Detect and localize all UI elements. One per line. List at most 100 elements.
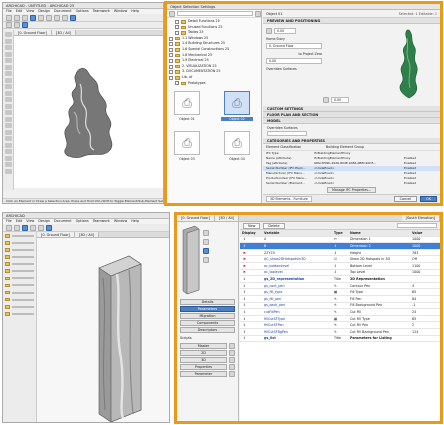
parameter-value[interactable]: 84: [410, 297, 438, 301]
tab-ground-floor-2[interactable]: [0. Ground Floor]: [37, 232, 75, 237]
script-window-icon[interactable]: [229, 343, 235, 349]
parameter-value[interactable]: Off: [410, 257, 438, 261]
settings-button[interactable]: [70, 14, 76, 21]
angle-field[interactable]: 0.00: [331, 97, 349, 103]
menu-help[interactable]: Help: [131, 9, 139, 13]
menu-view[interactable]: View: [26, 9, 34, 13]
editor-button-migration[interactable]: Migration: [180, 313, 235, 319]
toolbox-tool[interactable]: [4, 58, 12, 63]
parameter-row[interactable]: ↕ gs_back_pen ✎ Fill Background Pen -1: [240, 303, 440, 310]
new-button[interactable]: New: [243, 222, 261, 229]
menu-file[interactable]: File: [6, 219, 12, 223]
parameter-row[interactable]: ↕ A ↔ Dimension 1 1000: [240, 237, 440, 244]
menu-options[interactable]: Options: [76, 9, 89, 13]
parameter-value[interactable]: 1000: [410, 237, 438, 241]
toolbox-tool[interactable]: [4, 116, 12, 122]
checkbox[interactable]: [175, 30, 179, 35]
tab-3d-2[interactable]: [3D / All]: [74, 232, 99, 237]
navigator-item[interactable]: [5, 276, 34, 281]
navigator-item[interactable]: [5, 312, 34, 316]
editor-button-components[interactable]: Components: [180, 320, 235, 326]
navigator-item[interactable]: [5, 234, 34, 238]
zoom-button-2[interactable]: [38, 224, 44, 231]
script-button-properties[interactable]: Properties: [180, 364, 227, 370]
menu-document[interactable]: Document: [54, 219, 72, 223]
save-button[interactable]: [14, 14, 20, 21]
menu-design[interactable]: Design: [38, 219, 50, 223]
library-tree-item[interactable]: Prototypes: [169, 81, 259, 87]
toolbox-tool[interactable]: [4, 103, 12, 109]
menu-teamwork[interactable]: Teamwork: [93, 219, 110, 223]
parameter-value[interactable]: 65: [410, 317, 438, 321]
row-handle-icon[interactable]: ↕: [240, 323, 262, 327]
parameter-value[interactable]: -1: [410, 303, 438, 307]
arrow-tool-button[interactable]: [30, 14, 36, 21]
parameter-value[interactable]: 124: [410, 330, 438, 334]
parameter-value[interactable]: 4: [410, 284, 438, 288]
toolbox-tool[interactable]: [4, 129, 12, 135]
undo-button[interactable]: [22, 14, 28, 21]
toolbox-tool[interactable]: [4, 45, 12, 50]
search-icon[interactable]: [255, 10, 261, 17]
toolbox-tool[interactable]: [4, 64, 12, 70]
editor-button-details[interactable]: Details: [180, 299, 235, 305]
navigator-item[interactable]: [5, 290, 34, 295]
home-story-select[interactable]: 0. Ground Floor: [266, 43, 322, 49]
navigator-item[interactable]: [5, 248, 34, 252]
menu-edit[interactable]: Edit: [16, 219, 23, 223]
parameter-row[interactable]: ✖ AC_show2DHotspotsIn3D ☑ Show 2D Hotspots …: [240, 256, 440, 263]
navigator-item[interactable]: [5, 241, 34, 245]
row-handle-icon[interactable]: ↕: [240, 237, 262, 241]
locked-x-icon[interactable]: ✖: [240, 257, 262, 261]
parameter-row[interactable]: ✖ ZZYZX ↕ Height 783: [240, 250, 440, 257]
object-thumbnail[interactable]: ⎙ Object 03: [171, 131, 203, 161]
column-header[interactable]: Value: [410, 231, 438, 235]
parameter-value[interactable]: 1100: [410, 264, 438, 268]
menu-window[interactable]: Window: [114, 219, 127, 223]
toolbox-tool[interactable]: [4, 77, 12, 83]
3d-view-icon[interactable]: [203, 239, 209, 245]
checkbox[interactable]: [169, 53, 173, 58]
menu-document[interactable]: Document: [54, 9, 72, 13]
tab-3d[interactable]: [3D / All]: [51, 30, 76, 35]
marquee-button[interactable]: [38, 14, 44, 21]
checkbox[interactable]: [169, 47, 173, 52]
parameter-row[interactable]: ✖ ac_toplevel ↕ Top Level 1000: [240, 270, 440, 277]
row-handle-icon[interactable]: ↕: [240, 330, 262, 334]
3d-view-button-2[interactable]: [46, 224, 52, 231]
toolbox-tool[interactable]: [4, 38, 12, 44]
checkbox[interactable]: [175, 19, 179, 24]
parameter-row[interactable]: ↕ gs_fill_type ▦ Fill Type 65: [240, 289, 440, 296]
row-handle-icon[interactable]: ↕: [240, 303, 262, 307]
parameter-row[interactable]: ✖ ac_bottomlevel ↕ Bottom Level 1100: [240, 263, 440, 270]
elevation-field[interactable]: 0.00: [274, 28, 296, 34]
script-window-icon[interactable]: [229, 357, 235, 363]
parameter-value[interactable]: 1000: [410, 270, 438, 274]
pen-button[interactable]: [14, 22, 20, 28]
manage-ifc-button[interactable]: Manage IFC Properties...: [327, 187, 376, 193]
refresh-icon[interactable]: [203, 257, 209, 263]
navigator-item[interactable]: [5, 304, 34, 309]
toolbox-tool[interactable]: [4, 84, 12, 89]
row-handle-icon[interactable]: ↕: [240, 310, 262, 314]
checkbox[interactable]: [169, 58, 173, 63]
open-button-2[interactable]: [6, 224, 12, 231]
row-handle-icon[interactable]: ↕: [240, 277, 262, 281]
row-handle-icon[interactable]: ↕: [240, 244, 262, 248]
tab-south-elevation[interactable]: [South Elevation]: [401, 215, 440, 221]
toolbox-tool[interactable]: [4, 162, 12, 167]
cancel-button[interactable]: Cancel: [393, 196, 418, 202]
navigator-item[interactable]: [5, 255, 34, 259]
row-handle-icon[interactable]: ↕: [240, 297, 262, 301]
2d-view-icon[interactable]: [203, 230, 209, 236]
project-zero-field[interactable]: 0.00: [266, 58, 322, 64]
parameter-search-input[interactable]: [397, 223, 437, 228]
checkbox[interactable]: [169, 36, 173, 41]
ok-button[interactable]: OK: [420, 196, 437, 202]
pan-button-2[interactable]: [30, 224, 36, 231]
menu-view[interactable]: View: [26, 219, 34, 223]
row-handle-icon[interactable]: ↕: [240, 317, 262, 321]
parameter-row[interactable]: ↕ gs_cont_pen ✎ Contour Pen 4: [240, 283, 440, 290]
row-handle-icon[interactable]: ↕: [240, 336, 262, 340]
navigator-item[interactable]: [5, 297, 34, 302]
